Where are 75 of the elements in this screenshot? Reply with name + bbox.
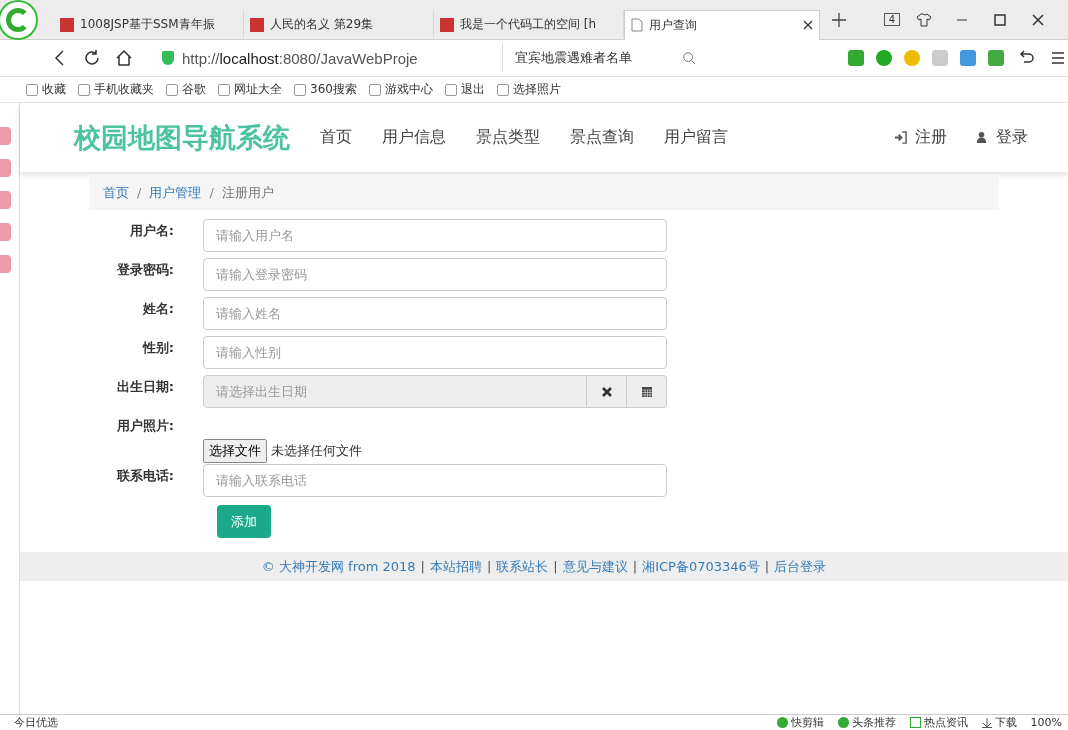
input-field[interactable]: 请输入姓名 [203, 297, 667, 330]
tab-count[interactable]: 4 [883, 13, 900, 26]
choose-file-button[interactable]: 选择文件 [203, 439, 267, 463]
status-item[interactable]: 快剪辑 [776, 715, 824, 730]
field-label: 性别: [141, 339, 175, 357]
bookmark-item[interactable]: 选择照片 [496, 81, 561, 98]
footer-separator: | [420, 559, 425, 574]
download-icon [981, 717, 992, 728]
breadcrumb-link[interactable]: 首页 [103, 183, 129, 202]
maximize-icon[interactable] [992, 11, 1008, 28]
date-field[interactable]: 请选择出生日期 [203, 375, 587, 408]
user-icon [975, 131, 988, 144]
bookmark-item[interactable]: 网址大全 [218, 81, 282, 98]
footer-link[interactable]: 本站招聘 [429, 557, 482, 576]
status-item[interactable]: 热点资讯 [909, 715, 968, 730]
new-tab-icon[interactable] [832, 12, 846, 27]
nav-link[interactable]: 用户留言 [664, 127, 728, 148]
status-item[interactable]: 头条推荐 [837, 715, 896, 730]
breadcrumb-current: 注册用户 [221, 183, 274, 202]
nav-link[interactable]: 景点查询 [570, 127, 634, 148]
nav-link[interactable]: 用户信息 [382, 127, 446, 148]
search-icon[interactable] [682, 51, 696, 65]
bookmark-item[interactable]: 谷歌 [166, 81, 206, 98]
reload-icon[interactable] [82, 48, 102, 68]
input-field[interactable]: 请输入性别 [203, 336, 667, 369]
input-field[interactable]: 请输入用户名 [203, 219, 667, 252]
field-label: 用户名: [128, 222, 175, 240]
calendar-icon [640, 385, 653, 398]
clear-icon [600, 385, 613, 398]
footer-separator: | [632, 559, 638, 574]
bookmark-item[interactable]: 手机收藏夹 [78, 81, 154, 98]
home-icon[interactable] [114, 48, 134, 68]
file-status: 未选择任何文件 [271, 442, 362, 460]
field-label: 联系电话: [115, 467, 175, 485]
browser-tab[interactable]: 人民的名义 第29集 [244, 9, 434, 40]
close-icon[interactable] [803, 20, 813, 30]
field-label: 姓名: [141, 300, 175, 318]
copyright-text: © 大神开发网 from 2018 [261, 557, 416, 576]
zoom-level[interactable]: 100% [1030, 716, 1062, 729]
close-icon[interactable] [1030, 11, 1046, 28]
status-item[interactable]: 下载 [981, 715, 1017, 730]
footer-separator: | [486, 559, 492, 574]
breadcrumb-link[interactable]: 用户管理 [149, 183, 202, 202]
address-field[interactable]: http://localhost:8080/JavaWebProje [162, 44, 503, 72]
sign-in-icon [894, 131, 907, 144]
calendar-button[interactable] [627, 375, 667, 408]
nav-link[interactable]: 首页 [320, 127, 352, 148]
footer-link[interactable]: 湘ICP备0703346号 [642, 557, 760, 576]
footer-link[interactable]: 联系站长 [496, 557, 549, 576]
bookmark-item[interactable]: 退出 [444, 81, 485, 98]
bookmark-item[interactable]: 游戏中心 [368, 81, 433, 98]
field-label: 用户照片: [115, 417, 175, 435]
field-label: 登录密码: [115, 261, 175, 279]
auth-link[interactable]: 注册 [894, 127, 947, 148]
field-label: 出生日期: [115, 378, 175, 396]
search-field[interactable]: 宜宾地震遇难者名单 [515, 49, 670, 67]
browser-tab[interactable]: 用户查询 [624, 9, 820, 40]
nav-link[interactable]: 景点类型 [476, 127, 540, 148]
clear-button[interactable] [587, 375, 627, 408]
auth-link[interactable]: 登录 [975, 127, 1028, 148]
bookmark-item[interactable]: 收藏 [26, 81, 66, 98]
shirt-icon[interactable] [916, 11, 932, 28]
breadcrumb-separator: / [137, 185, 142, 200]
browser-tab[interactable]: 1008JSP基于SSM青年振 [54, 9, 244, 40]
footer-separator: | [553, 559, 558, 574]
input-field[interactable]: 请输入登录密码 [203, 258, 667, 291]
page-icon [631, 18, 643, 32]
breadcrumb-separator: / [209, 185, 214, 200]
status-text[interactable]: 今日优选 [14, 715, 58, 730]
browser-logo-icon[interactable] [0, 0, 38, 40]
bookmark-item[interactable]: 360搜索 [294, 81, 357, 98]
footer-link[interactable]: 意见与建议 [562, 557, 628, 576]
footer-link[interactable]: 后台登录 [774, 557, 827, 576]
footer-separator: | [764, 559, 770, 574]
input-field[interactable]: 请输入联系电话 [203, 464, 667, 497]
